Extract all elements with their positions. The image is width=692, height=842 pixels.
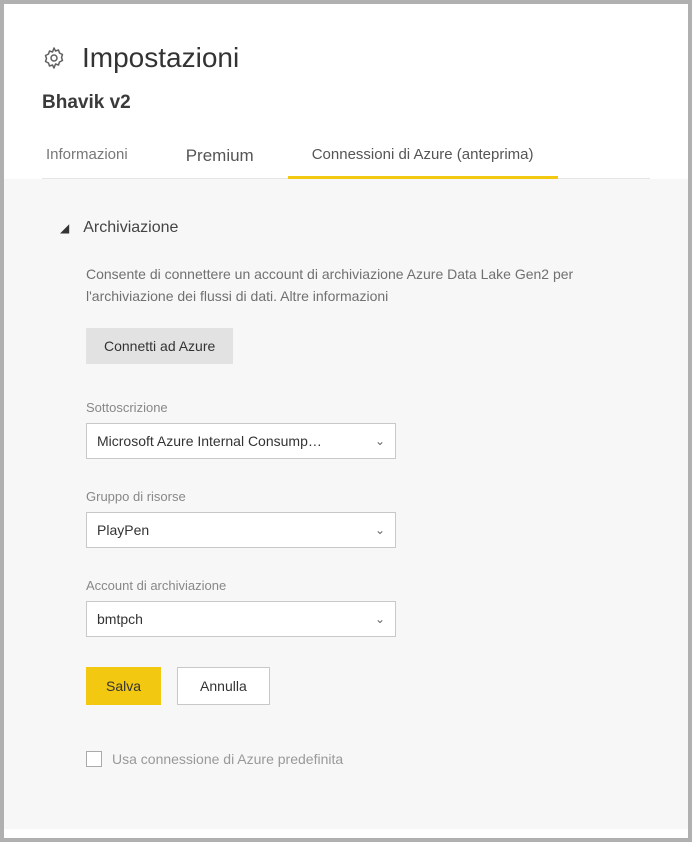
connect-azure-button[interactable]: Connetti ad Azure <box>86 328 233 364</box>
chevron-down-icon: ⌄ <box>375 434 385 448</box>
resource-group-label: Gruppo di risorse <box>86 489 632 504</box>
cancel-button[interactable]: Annulla <box>177 667 270 705</box>
resource-group-select[interactable]: PlayPen ⌄ <box>86 512 396 548</box>
page-title: Impostazioni <box>82 42 239 74</box>
section-title: Archiviazione <box>83 219 178 237</box>
chevron-down-icon: ⌄ <box>375 612 385 626</box>
description-line2: l'archiviazione dei flussi di dati. <box>86 288 280 304</box>
storage-account-select[interactable]: bmtpch ⌄ <box>86 601 396 637</box>
subscription-label: Sottoscrizione <box>86 400 632 415</box>
description-line1: Consente di connettere un account di arc… <box>86 266 573 282</box>
section-header-storage[interactable]: ◢ Archiviazione <box>60 219 632 237</box>
chevron-down-icon: ⌄ <box>375 523 385 537</box>
page-header: Impostazioni <box>42 42 650 74</box>
subscription-select[interactable]: Microsoft Azure Internal Consump… ⌄ <box>86 423 396 459</box>
default-connection-checkbox[interactable] <box>86 751 102 767</box>
page-subtitle: Bhavik v2 <box>42 92 650 114</box>
resource-group-value: PlayPen <box>97 522 149 538</box>
tab-premium[interactable]: Premium <box>182 138 258 178</box>
storage-description: Consente di connettere un account di arc… <box>86 263 632 308</box>
tab-informazioni[interactable]: Informazioni <box>42 138 132 178</box>
subscription-value: Microsoft Azure Internal Consump… <box>97 433 322 449</box>
tab-bar: Informazioni Premium Connessioni di Azur… <box>42 138 650 179</box>
gear-icon <box>42 46 66 70</box>
more-info-link[interactable]: Altre informazioni <box>280 288 388 304</box>
tab-azure-connections[interactable]: Connessioni di Azure (anteprima) <box>308 138 538 178</box>
content-area: ◢ Archiviazione Consente di connettere u… <box>4 179 688 829</box>
default-connection-label: Usa connessione di Azure predefinita <box>112 751 343 767</box>
save-button[interactable]: Salva <box>86 667 161 705</box>
storage-account-label: Account di archiviazione <box>86 578 632 593</box>
collapse-icon: ◢ <box>60 221 69 235</box>
storage-account-value: bmtpch <box>97 611 143 627</box>
